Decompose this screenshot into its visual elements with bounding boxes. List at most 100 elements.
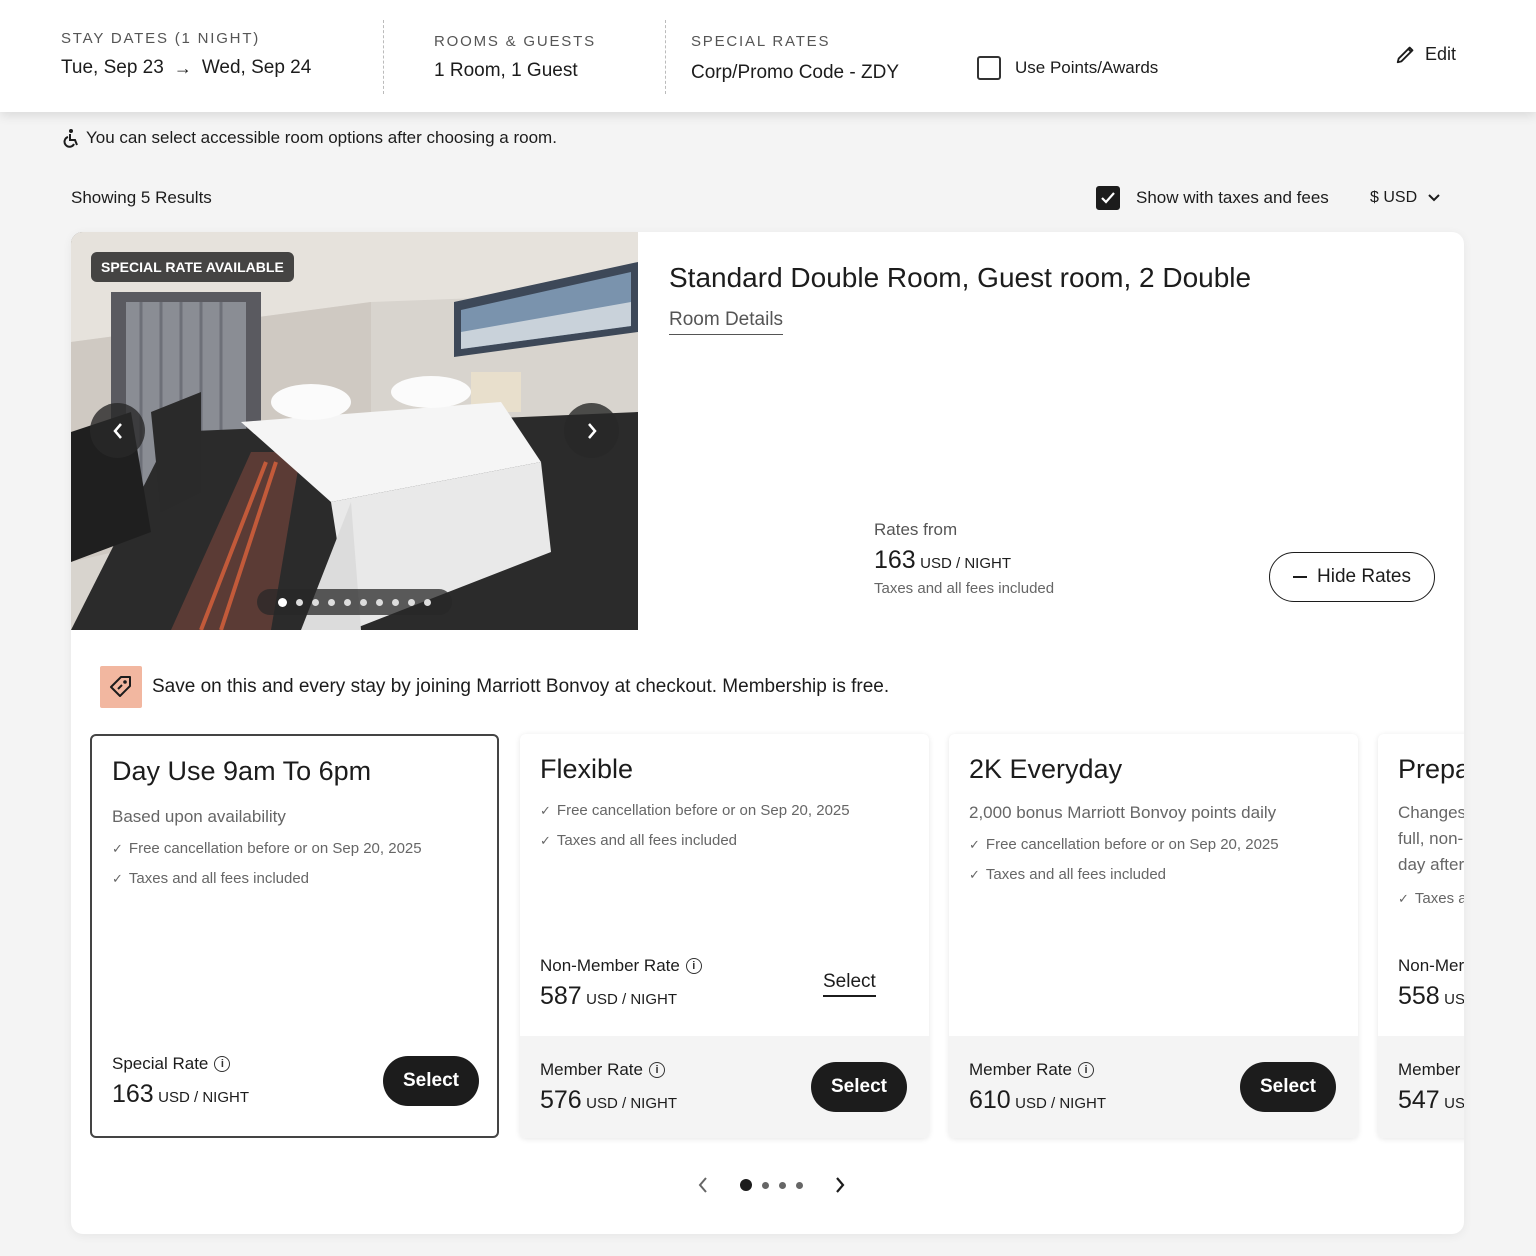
- pager-dots[interactable]: [740, 1179, 803, 1191]
- rate-footer: Member Rate i 610 USD / NIGHT Select: [949, 1036, 1358, 1138]
- rate-label: Member: [1398, 1060, 1461, 1079]
- rate-subtitle: Changes full, non- day after: [1398, 803, 1464, 874]
- taxes-toggle[interactable]: Show with taxes and fees: [1096, 186, 1329, 210]
- non-member-rate-label: Non-Member Rate i: [540, 956, 702, 976]
- rates-from-unit: USD / NIGHT: [920, 555, 1012, 572]
- select-button[interactable]: Select: [1240, 1062, 1336, 1112]
- check-icon: ✓: [969, 837, 980, 852]
- info-icon[interactable]: i: [648, 1062, 665, 1078]
- search-summary-bar: STAY DATES (1 NIGHT) Tue, Sep 23 → Wed, …: [0, 0, 1536, 112]
- special-rates-label: SPECIAL RATES: [691, 33, 831, 50]
- chevron-down-icon: [1428, 194, 1440, 202]
- select-button[interactable]: Select: [383, 1056, 479, 1106]
- photo-dot[interactable]: [312, 598, 319, 606]
- special-rates-value: Corp/Promo Code - ZDY: [691, 62, 900, 83]
- check-icon: ✓: [112, 841, 123, 856]
- rate-footer: Special Rate i 163 USD / NIGHT Select: [92, 1034, 497, 1136]
- use-points-label: Use Points/Awards: [1015, 58, 1159, 77]
- info-icon[interactable]: i: [1077, 1062, 1094, 1078]
- use-points-checkbox[interactable]: [977, 56, 1001, 80]
- use-points-toggle[interactable]: Use Points/Awards: [977, 56, 1158, 80]
- currency-select[interactable]: $ USD: [1370, 189, 1441, 207]
- room-title: Standard Double Room, Guest room, 2 Doub…: [669, 262, 1252, 293]
- photo-dot[interactable]: [376, 598, 383, 606]
- rate-label: Member Rate i: [969, 1060, 1094, 1080]
- non-member-rate-label: Non-Mer: [1398, 956, 1464, 975]
- arrow-right-icon: →: [173, 57, 192, 78]
- info-icon[interactable]: i: [214, 1056, 231, 1072]
- rooms-guests[interactable]: ROOMS & GUESTS 1 Room, 1 Guest: [434, 33, 596, 82]
- photo-dot[interactable]: [296, 598, 303, 606]
- rate-card-day-use[interactable]: Day Use 9am To 6pm Based upon availabili…: [90, 734, 499, 1138]
- rate-features: ✓ Taxes a: [1398, 890, 1464, 920]
- stay-dates[interactable]: STAY DATES (1 NIGHT) Tue, Sep 23 → Wed, …: [61, 30, 311, 79]
- select-button[interactable]: Select: [811, 1062, 907, 1112]
- feature-item: ✓ Taxes and all fees included: [969, 866, 1167, 883]
- chevron-right-icon[interactable]: [833, 1176, 847, 1194]
- chevron-left-icon[interactable]: [696, 1176, 710, 1194]
- chevron-left-icon: [112, 422, 122, 439]
- check-icon: ✓: [112, 871, 123, 886]
- photo-dot[interactable]: [278, 597, 287, 607]
- photo-indicator[interactable]: [257, 589, 452, 615]
- rooms-guests-label: ROOMS & GUESTS: [434, 33, 596, 50]
- rates-from-price: 163 USD / NIGHT: [874, 546, 1011, 575]
- rates-from-amount: 163: [874, 546, 916, 574]
- taxes-checkbox[interactable]: [1096, 186, 1120, 210]
- minus-icon: [1293, 576, 1307, 578]
- pager-dot[interactable]: [740, 1179, 752, 1191]
- rate-card-prepaid[interactable]: Prepa Changes full, non- day after ✓ Taxe…: [1378, 734, 1464, 1138]
- feature-item: ✓ Free cancellation before or on Sep 20, …: [540, 802, 850, 819]
- checkout-date: Wed, Sep 24: [201, 57, 312, 78]
- rate-subtitle: 2,000 bonus Marriott Bonvoy points daily: [969, 803, 1277, 822]
- non-member-select-link[interactable]: Select: [823, 971, 876, 997]
- room-photo: [71, 232, 638, 630]
- feature-item: ✓ Free cancellation before or on Sep 20, …: [112, 840, 422, 857]
- info-icon[interactable]: i: [685, 958, 702, 974]
- pager-dot[interactable]: [779, 1181, 786, 1189]
- photo-dot[interactable]: [408, 598, 415, 606]
- rate-price: 547 US: [1398, 1086, 1464, 1114]
- edit-label: Edit: [1425, 43, 1457, 64]
- feature-item: ✓ Taxes and all fees included: [112, 870, 310, 887]
- rate-footer: Member Rate i 576 USD / NIGHT Select: [520, 1036, 929, 1138]
- feature-item: ✓ Taxes a: [1398, 890, 1464, 907]
- hide-rates-label: Hide Rates: [1317, 566, 1411, 587]
- rate-price: 610 USD / NIGHT: [969, 1086, 1107, 1114]
- hide-rates-button[interactable]: Hide Rates: [1269, 552, 1435, 602]
- photo-dot[interactable]: [360, 598, 367, 606]
- photo-next-button[interactable]: [564, 403, 619, 458]
- rate-title: 2K Everyday: [969, 754, 1123, 784]
- edit-button[interactable]: Edit: [1395, 43, 1456, 65]
- photo-dot[interactable]: [424, 598, 431, 606]
- pager-dot[interactable]: [796, 1181, 803, 1189]
- photo-dot[interactable]: [344, 598, 351, 606]
- rate-card-flexible[interactable]: Flexible ✓ Free cancellation before or on…: [520, 734, 929, 1138]
- feature-item: ✓ Free cancellation before or on Sep 20, …: [969, 836, 1279, 853]
- checkin-date: Tue, Sep 23: [61, 57, 164, 78]
- check-icon: ✓: [540, 833, 551, 848]
- rates-from-label: Rates from: [874, 520, 958, 539]
- rate-features: ✓ Free cancellation before or on Sep 20, …: [540, 802, 850, 862]
- room-details-link[interactable]: Room Details: [669, 309, 784, 335]
- rate-footer: Member 547 US: [1378, 1036, 1464, 1138]
- wheelchair-icon: [63, 129, 78, 148]
- photo-prev-button[interactable]: [90, 403, 145, 458]
- check-icon: [1101, 192, 1115, 204]
- rooms-guests-value: 1 Room, 1 Guest: [434, 60, 578, 81]
- pager-dot[interactable]: [762, 1181, 769, 1189]
- rate-card-2k-everyday[interactable]: 2K Everyday 2,000 bonus Marriott Bonvoy …: [949, 734, 1358, 1138]
- rate-title: Day Use 9am To 6pm: [112, 756, 372, 786]
- tag-icon: [100, 666, 142, 708]
- rate-label: Member Rate i: [540, 1060, 665, 1080]
- results-count: Showing 5 Results: [71, 188, 212, 207]
- feature-item: ✓ Taxes and all fees included: [540, 832, 738, 849]
- special-rates[interactable]: SPECIAL RATES Corp/Promo Code - ZDY: [691, 33, 899, 84]
- rate-features: ✓ Free cancellation before or on Sep 20, …: [112, 840, 422, 900]
- promo-text: Save on this and every stay by joining M…: [152, 676, 890, 697]
- check-icon: ✓: [969, 867, 980, 882]
- photo-dot[interactable]: [392, 598, 399, 606]
- room-photo-carousel: SPECIAL RATE AVAILABLE: [71, 232, 638, 630]
- rate-title: Prepa: [1398, 754, 1464, 784]
- photo-dot[interactable]: [328, 598, 335, 606]
